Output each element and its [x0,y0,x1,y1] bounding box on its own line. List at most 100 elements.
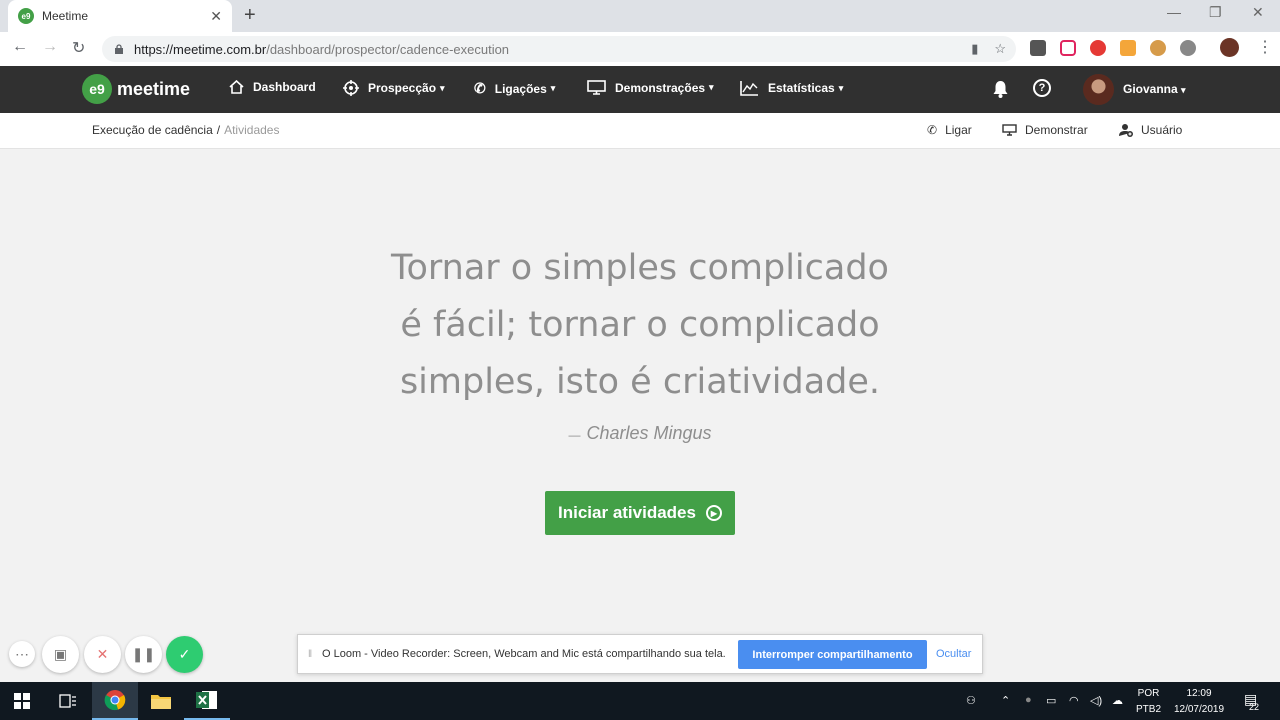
meetime-extension-icon[interactable] [1180,40,1196,56]
reload-icon[interactable]: ↻ [72,38,85,58]
avatar[interactable] [1083,74,1114,105]
quote-line: Tornar o simples complicado [391,248,889,288]
keyboard-layout: PTB2 [1136,704,1162,715]
forward-icon[interactable]: → [42,38,58,56]
user-name: Giovanna [1123,82,1178,96]
extension-icon[interactable] [1030,40,1046,56]
chrome-icon [104,690,126,711]
microphone-icon[interactable]: ● [1025,694,1032,706]
nav-label: Estatísticas [768,81,835,95]
address-bar[interactable]: https://meetime.com.br/dashboard/prospec… [102,36,1016,62]
nav-prospeccao[interactable]: Prospecção ▾ [343,80,445,96]
breadcrumb-parent[interactable]: Execução de cadência [92,123,213,137]
taskbar: ⚇ ⌃ ● ▭ ◠ ◁) ☁ ▤ 22 [0,682,1280,720]
close-window-icon[interactable]: ✕ [1252,4,1264,21]
drag-handle-icon[interactable]: ‖ [308,649,312,660]
help-icon[interactable]: ? [1033,79,1051,97]
call-button[interactable]: ✆ Ligar [927,123,972,137]
profile-avatar[interactable] [1220,38,1239,57]
nav-label: Demonstrações [615,80,706,95]
bookmark-star-icon[interactable]: ☆ [994,41,1006,57]
taskbar-excel[interactable] [184,682,230,720]
minimize-icon[interactable]: — [1167,4,1181,20]
extension-icon[interactable] [1120,40,1136,56]
logo-mark: e9 [82,74,112,104]
pause-icon: ❚❚ [131,646,156,662]
start-button[interactable] [0,682,44,720]
monitor-icon [587,80,606,95]
chevron-up-icon[interactable]: ⌃ [1001,694,1010,707]
volume-icon[interactable]: ◁) [1090,694,1102,707]
nav-label: Prospecção [368,81,437,95]
check-icon: ✓ [178,646,191,662]
loom-camera-button[interactable]: ▣ [42,636,79,673]
task-view-button[interactable] [46,682,90,720]
taskbar-chrome[interactable] [92,682,138,720]
hide-button[interactable]: Ocultar [936,648,971,660]
sharing-message: O Loom - Video Recorder: Screen, Webcam … [322,648,726,660]
browser-tabstrip: e9 Meetime ✕ + — ❐ ✕ [0,0,1280,32]
url-host: https://meetime.com.br [134,41,267,57]
demo-button[interactable]: Demonstrar [1002,123,1088,137]
chevron-down-icon: ▾ [709,82,714,92]
add-user-icon [1119,124,1133,137]
chrome-menu-icon[interactable]: ⋮ [1257,37,1273,57]
back-icon[interactable]: ← [12,38,28,56]
chevron-down-icon: ▾ [440,82,445,93]
camera-icon[interactable]: ▮ [971,41,978,57]
meetime-logo[interactable]: e9 meetime [82,74,190,104]
input-language[interactable]: POR PTB2 [1136,686,1161,718]
lock-icon [115,44,123,54]
home-icon [229,80,244,94]
language-code: POR [1137,688,1160,699]
restore-icon[interactable]: ❐ [1209,4,1222,21]
breadcrumb: Execução de cadência / Atividades [92,123,279,137]
loom-cancel-button[interactable]: ✕ [84,636,121,673]
cookie-icon[interactable] [1150,40,1166,56]
chevron-down-icon: ▾ [550,83,556,93]
battery-icon[interactable]: ▭ [1046,694,1056,707]
phone-icon: ✆ [474,80,486,96]
tab-title: Meetime [42,9,89,23]
nav-ligacoes[interactable]: ✆ Ligações ▾ [474,80,555,97]
people-icon[interactable]: ⚇ [966,694,976,707]
start-activities-button[interactable]: Iniciar atividades ▶ [545,491,735,535]
loom-more-button[interactable]: ⋯ [9,641,35,667]
nav-dashboard[interactable]: Dashboard [229,80,316,94]
windows-icon [14,693,30,709]
browser-toolbar: ← → ↻ https://meetime.com.br/dashboard/p… [0,32,1280,66]
browser-tab[interactable]: e9 Meetime ✕ [8,0,232,32]
onedrive-icon[interactable]: ☁ [1112,694,1123,707]
system-clock[interactable]: 12:09 12/07/2019 [1170,686,1228,718]
logo-text: meetime [117,78,191,99]
task-view-icon [59,694,76,708]
user-label: Usuário [1141,123,1183,137]
nav-estatisticas[interactable]: Estatísticas ▾ [740,80,843,96]
user-button[interactable]: Usuário [1119,123,1182,137]
nav-demonstracoes[interactable]: Demonstrações ▾ [587,80,714,95]
author-dash: — [568,428,581,442]
taskbar-file-explorer[interactable] [138,682,184,720]
start-activities-label: Iniciar atividades [558,503,696,522]
sub-header: Execução de cadência / Atividades ✆ Ligar … [0,113,1280,149]
nav-label: Dashboard [253,80,316,94]
extension-icon[interactable] [1090,40,1106,56]
bell-icon[interactable] [992,80,1009,98]
new-tab-icon[interactable]: + [244,5,256,25]
wifi-icon[interactable]: ◠ [1069,694,1079,707]
clock-time: 12:09 [1186,688,1212,699]
pocket-icon[interactable] [1060,40,1076,56]
close-tab-icon[interactable]: ✕ [210,8,222,25]
target-icon [343,80,359,96]
breadcrumb-current: Atividades [224,123,280,137]
stop-sharing-button[interactable]: Interromper compartilhamento [738,640,927,669]
user-menu[interactable]: Giovanna ▾ [1123,82,1186,96]
camera-icon: ▣ [53,646,68,662]
quote: Tornar o simples complicado é fácil; tor… [340,240,940,411]
quote-line: é fácil; tornar o complicado [400,305,880,345]
loom-pause-button[interactable]: ❚❚ [125,636,162,673]
loom-finish-button[interactable]: ✓ [166,636,203,673]
notification-count: 22 [1249,702,1260,712]
author-name: Charles Mingus [586,423,712,443]
nav-label: Ligações [494,81,547,96]
